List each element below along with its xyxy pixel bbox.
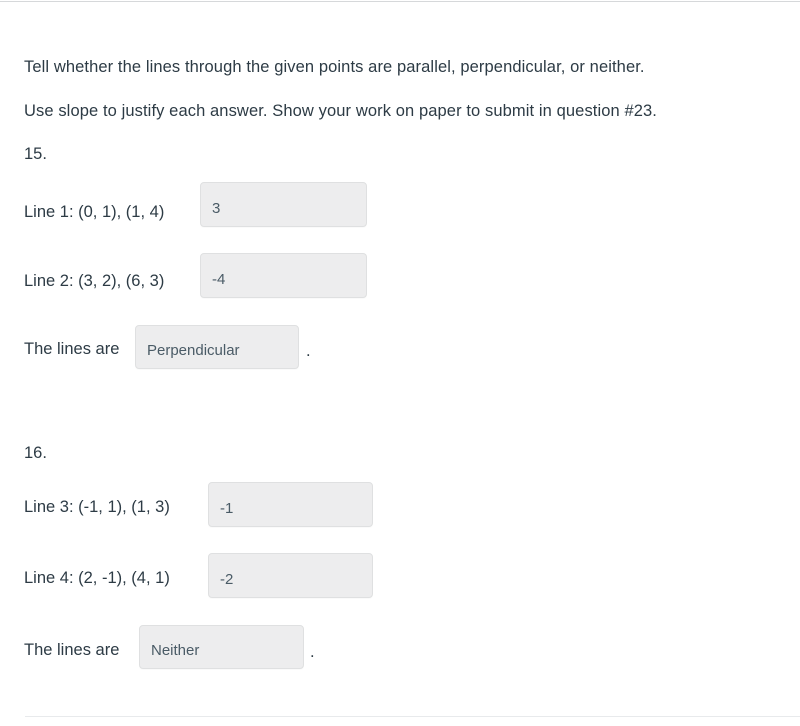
question-16-relationship-field[interactable] [139,625,304,669]
question-number-16: 16. [24,444,47,462]
question-16-period: . [310,643,315,661]
line-1-label: Line 1: (0, 1), (1, 4) [24,203,165,221]
question-15-relationship-field[interactable] [135,325,299,369]
top-divider [0,1,800,2]
line-3-label: Line 3: (-1, 1), (1, 3) [24,498,170,516]
instruction-line-2: Use slope to justify each answer. Show y… [24,102,657,120]
question-15-conclusion-label: The lines are [24,340,120,358]
line-3-slope-input[interactable] [208,482,373,527]
bottom-divider [25,716,800,717]
line-2-label: Line 2: (3, 2), (6, 3) [24,272,165,290]
line-2-slope-input[interactable] [200,253,367,298]
question-number-15: 15. [24,145,47,163]
line-1-slope-input[interactable] [200,182,367,227]
question-16-conclusion-label: The lines are [24,641,120,659]
line-4-label: Line 4: (2, -1), (4, 1) [24,569,170,587]
line-4-slope-input[interactable] [208,553,373,598]
quiz-question-page: Tell whether the lines through the given… [0,0,800,726]
instruction-line-1: Tell whether the lines through the given… [24,58,645,76]
question-15-period: . [306,342,311,360]
